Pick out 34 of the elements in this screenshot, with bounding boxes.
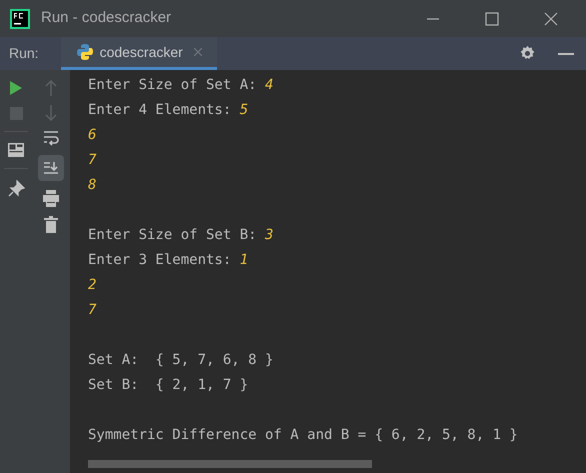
scroll-to-end-button[interactable] [38, 155, 64, 181]
print-icon[interactable] [43, 190, 59, 207]
settings-icon[interactable] [519, 45, 536, 62]
input-text: 4 [265, 77, 274, 93]
scroll-to-end-icon [43, 161, 59, 175]
console-output: Symmetric Difference of A and B = { 6, 2, 5, 8, 1 } [88, 427, 518, 443]
close-icon[interactable] [544, 12, 558, 26]
trash-icon[interactable] [44, 216, 58, 233]
run-icon[interactable] [9, 80, 23, 96]
python-logo-icon [76, 43, 94, 61]
window-title: Run - codescracker [41, 8, 172, 28]
layout-icon[interactable] [8, 143, 24, 157]
input-text: 1 [240, 252, 248, 268]
input-text: 3 [265, 227, 274, 243]
run-label: Run: [9, 44, 39, 63]
console-output: Enter Size of Set B: [88, 227, 258, 243]
maximize-icon[interactable] [485, 12, 499, 26]
input-text: 5 [240, 102, 248, 118]
console-output: Enter Size of Set A: [88, 77, 258, 93]
run-tab[interactable]: codescracker [60, 37, 217, 70]
input-text: 8 [88, 177, 96, 193]
console-output: Enter 3 Elements: [88, 252, 232, 268]
console-output: Enter 4 Elements: [88, 102, 232, 118]
input-text: 7 [88, 152, 96, 168]
pin-icon[interactable] [8, 180, 24, 197]
console-output: Set B: { 2, 1, 7 } [88, 377, 248, 393]
minimize-panel-icon[interactable] [558, 52, 574, 56]
input-text: 6 [88, 127, 96, 143]
horizontal-scrollbar[interactable] [88, 460, 372, 468]
app-logo-icon [10, 8, 30, 28]
input-text: 2 [88, 277, 96, 293]
soft-wrap-icon[interactable] [43, 130, 59, 146]
console-output: Set A: { 5, 7, 6, 8 } [88, 352, 274, 368]
input-text: 7 [88, 302, 96, 318]
